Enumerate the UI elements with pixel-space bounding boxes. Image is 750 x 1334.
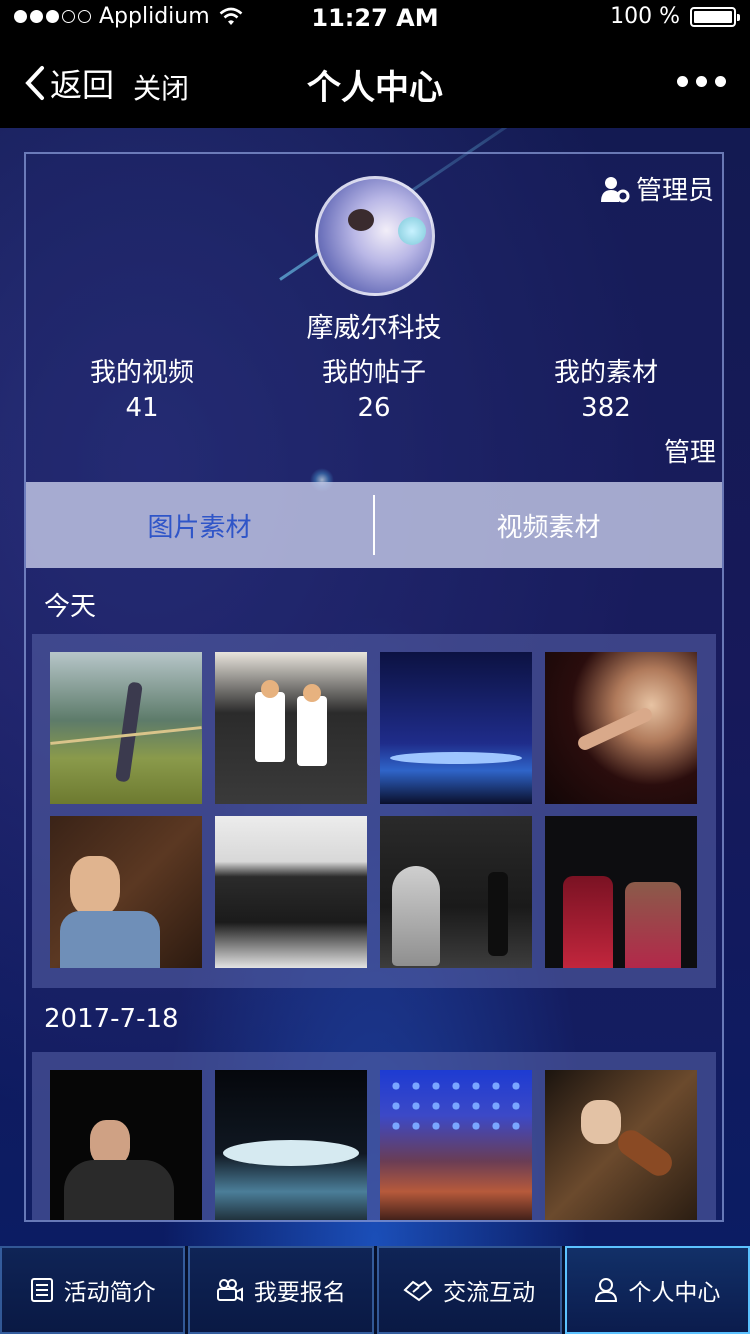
photo-thumbnail[interactable] [50, 816, 202, 968]
photo-thumbnail[interactable] [215, 816, 367, 968]
user-icon [595, 1278, 618, 1302]
stat-value: 382 [581, 393, 631, 423]
more-menu-button[interactable] [677, 76, 726, 87]
stat-label: 我的素材 [553, 358, 658, 388]
section-date-label: 今天 [44, 592, 97, 622]
section-date-label: 2017-7-18 [44, 1004, 179, 1034]
username: 摩威尔科技 [306, 313, 442, 344]
stat-value: 41 [125, 393, 159, 423]
battery-icon [690, 6, 740, 27]
back-label: 返回 [50, 66, 115, 104]
photo-thumbnail[interactable] [215, 652, 367, 804]
photo-grid [50, 1070, 697, 1220]
profile-panel: 管理员 摩威尔科技 我的视频 41 我的帖子 26 我的素材 382 管理 图片… [24, 152, 724, 1222]
tab-interaction[interactable]: 交流互动 [376, 1246, 562, 1334]
photo-thumbnail[interactable] [545, 652, 697, 804]
photo-thumbnail[interactable] [50, 652, 202, 804]
photo-thumbnail[interactable] [380, 816, 532, 968]
photo-thumbnail[interactable] [545, 816, 697, 968]
photo-thumbnail[interactable] [545, 1070, 697, 1220]
handshake-icon [403, 1280, 433, 1302]
tab-label: 交流互动 [443, 1280, 536, 1306]
nav-bar: 返回 关闭 个人中心 [0, 40, 750, 128]
stat-value: 26 [357, 393, 391, 423]
admin-badge: 管理员 [600, 170, 714, 207]
stat-label: 我的帖子 [321, 358, 426, 388]
photo-thumbnail[interactable] [380, 652, 532, 804]
avatar[interactable] [315, 176, 435, 296]
tab-activity-intro[interactable]: 活动简介 [0, 1246, 186, 1334]
manage-button[interactable]: 管理 [664, 432, 716, 469]
photo-grid [50, 652, 697, 968]
bottom-tab-bar: 活动简介 我要报名 交流互动 个人中心 [0, 1246, 750, 1334]
photo-group [32, 1052, 716, 1220]
tab-video-materials[interactable]: 视频素材 [375, 507, 722, 544]
photo-thumbnail[interactable] [215, 1070, 367, 1220]
more-dot-icon [677, 76, 688, 87]
tab-signup[interactable]: 我要报名 [188, 1246, 374, 1334]
stat-label: 我的视频 [89, 358, 194, 388]
close-button[interactable]: 关闭 [133, 67, 189, 107]
battery-percent: 100 % [610, 4, 680, 29]
list-icon [30, 1278, 53, 1302]
photo-thumbnail[interactable] [50, 1070, 202, 1220]
stat-videos[interactable]: 我的视频 41 [26, 352, 258, 423]
photo-thumbnail[interactable] [380, 1070, 532, 1220]
camera-icon [216, 1279, 243, 1302]
tab-label: 我要报名 [253, 1280, 346, 1306]
stat-posts[interactable]: 我的帖子 26 [258, 352, 490, 423]
stats-row: 我的视频 41 我的帖子 26 我的素材 382 [26, 352, 722, 423]
status-bar: Applidium 11:27 AM 100 % [0, 0, 750, 40]
photo-group [32, 634, 716, 988]
tab-label: 活动简介 [63, 1280, 156, 1306]
tab-image-materials[interactable]: 图片素材 [26, 507, 373, 544]
tab-label: 个人中心 [628, 1280, 721, 1306]
material-tabs: 图片素材 视频素材 [26, 482, 722, 568]
role-label: 管理员 [635, 176, 714, 206]
battery-status: 100 % [610, 4, 740, 29]
stat-materials[interactable]: 我的素材 382 [490, 352, 722, 423]
back-button[interactable]: 返回 [24, 60, 114, 106]
chevron-left-icon [25, 66, 44, 100]
tab-personal-center[interactable]: 个人中心 [564, 1246, 750, 1334]
user-gear-icon [600, 176, 630, 202]
